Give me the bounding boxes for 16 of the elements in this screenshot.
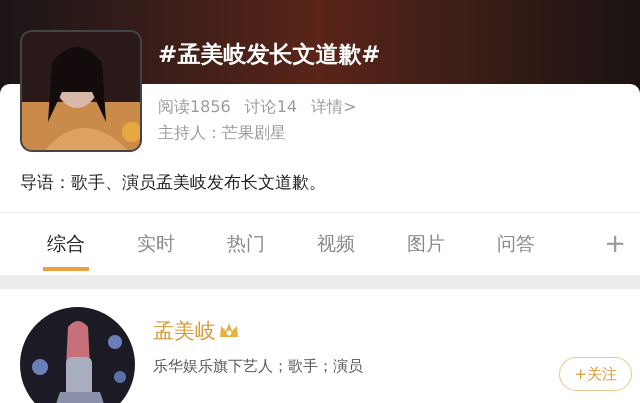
topic-title: #孟美岐发长文道歉#: [158, 40, 381, 70]
stat-text: 讨论14: [244, 96, 298, 118]
tab[interactable]: 综合: [43, 231, 89, 271]
follow-button[interactable]: +关注: [559, 357, 632, 391]
intro-text: 导语：歌手、演员孟美岐发布长文道歉。: [19, 172, 327, 195]
add-tab-button[interactable]: +: [604, 231, 626, 257]
details-link[interactable]: 详情>: [311, 96, 356, 118]
tab[interactable]: 图片: [403, 231, 449, 271]
tab[interactable]: 热门: [223, 231, 269, 271]
user-name[interactable]: 孟美岐: [153, 317, 216, 345]
tab[interactable]: 问答: [493, 231, 539, 271]
host-text: 主持人：芒果剧星: [158, 122, 287, 144]
tab[interactable]: 实时: [133, 231, 179, 271]
tab[interactable]: 视频: [313, 231, 359, 271]
stat-text: 阅读1856: [158, 96, 231, 118]
user-description: 乐华娱乐旗下艺人；歌手；演员: [153, 356, 363, 377]
